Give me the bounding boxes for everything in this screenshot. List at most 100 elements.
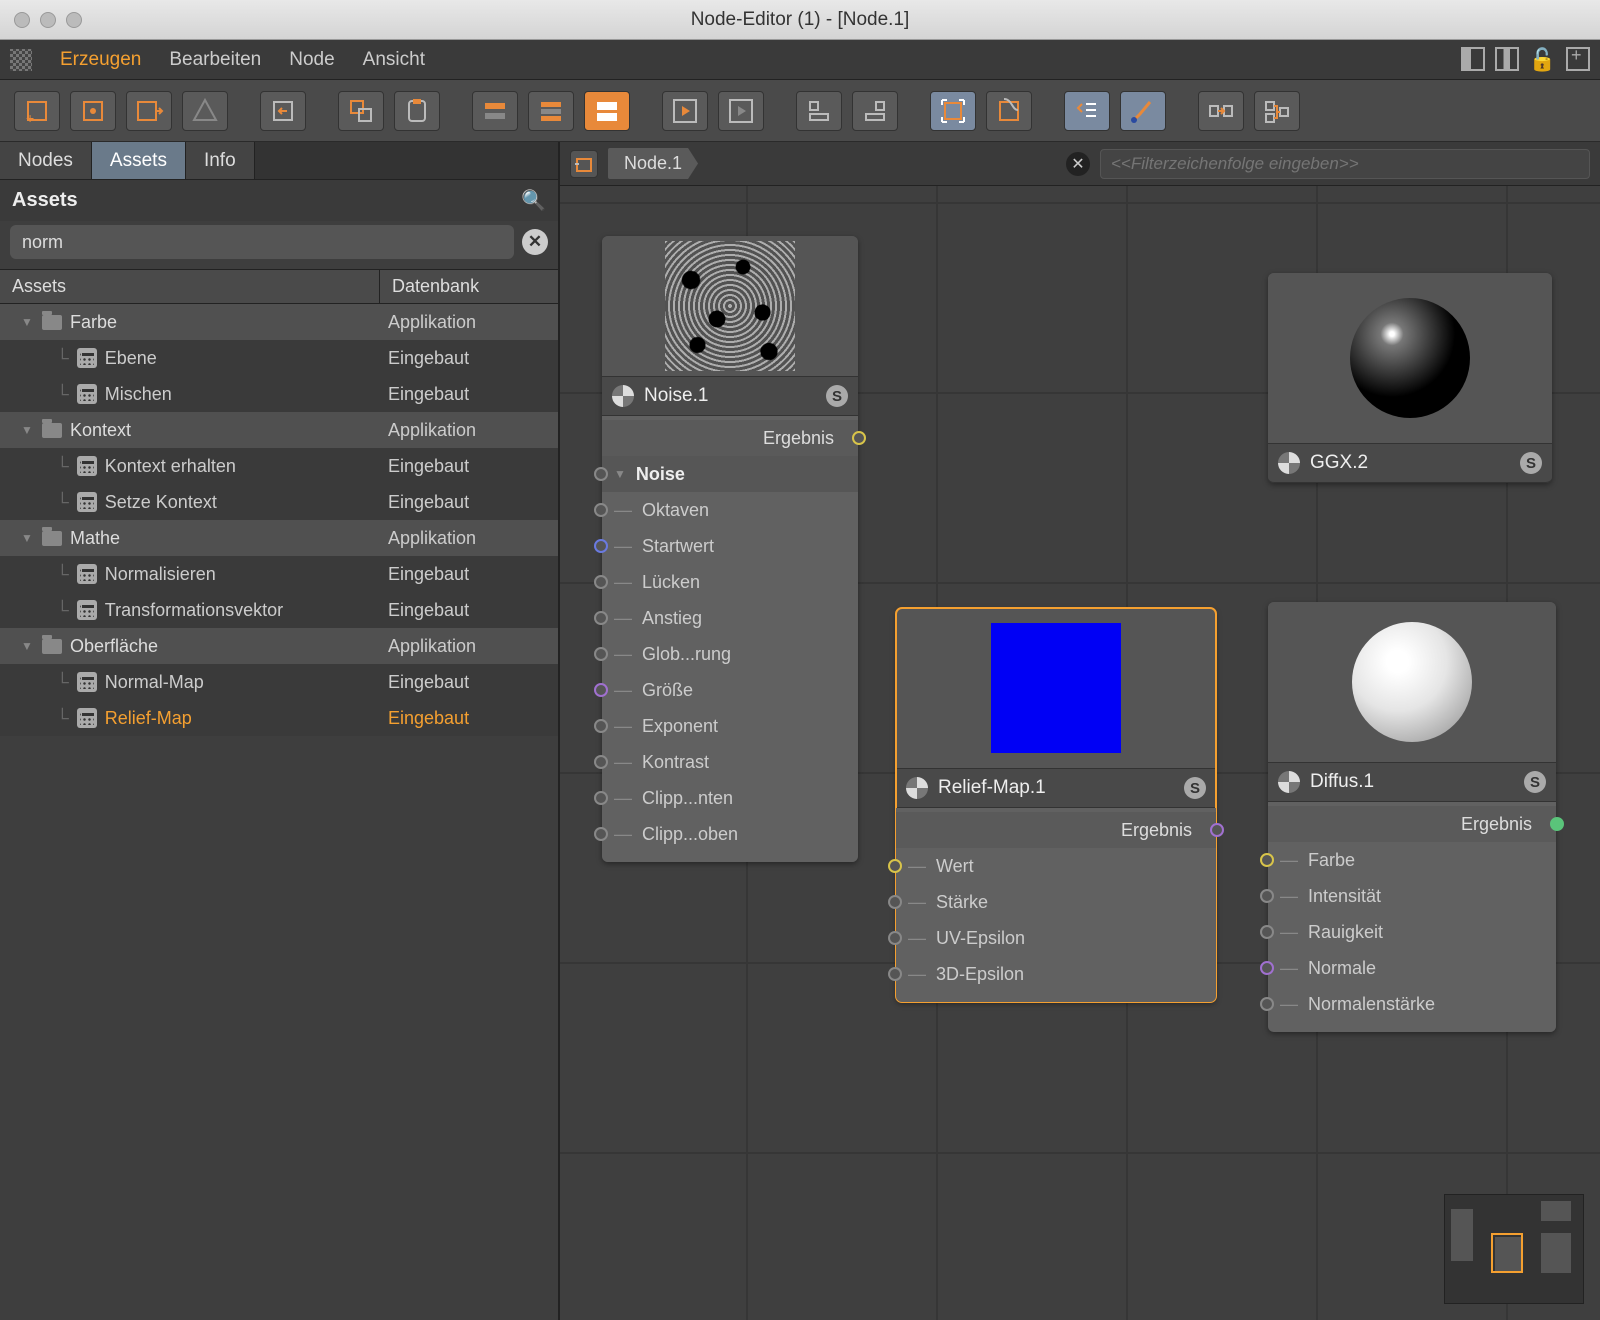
- breadcrumb-node[interactable]: Node.1: [608, 148, 698, 179]
- node-diffus[interactable]: Diffus.1 S Ergebnis —Farbe—Intensität—Ra…: [1268, 602, 1556, 1032]
- port-out[interactable]: [1550, 817, 1564, 831]
- node-noise-title[interactable]: Noise.1 S: [602, 376, 858, 416]
- tool-frame[interactable]: [930, 91, 976, 131]
- port-in[interactable]: [594, 611, 608, 625]
- node-diffus-title[interactable]: Diffus.1 S: [1268, 762, 1556, 802]
- param-row[interactable]: —Stärke: [896, 884, 1216, 920]
- tool-node-in[interactable]: [70, 91, 116, 131]
- menu-node[interactable]: Node: [289, 49, 334, 71]
- filter-input[interactable]: [1100, 149, 1590, 179]
- port-in[interactable]: [594, 791, 608, 805]
- tool-asset[interactable]: [182, 91, 228, 131]
- tree-item[interactable]: └NormalisierenEingebaut: [0, 556, 558, 592]
- param-row[interactable]: —Intensität: [1268, 878, 1556, 914]
- menu-ansicht[interactable]: Ansicht: [363, 49, 425, 71]
- param-row[interactable]: —Größe: [602, 672, 858, 708]
- node-relief-title[interactable]: Relief-Map.1 S: [896, 768, 1216, 808]
- tool-snap[interactable]: [986, 91, 1032, 131]
- tab-nodes[interactable]: Nodes: [0, 142, 92, 179]
- port-in[interactable]: [594, 467, 608, 481]
- node-canvas[interactable]: Noise.1 S Ergebnis ▼ Noise —Oktaven—Star…: [560, 186, 1600, 1320]
- solo-badge[interactable]: S: [1524, 771, 1546, 793]
- port-in[interactable]: [594, 827, 608, 841]
- output-ergebnis[interactable]: Ergebnis: [602, 420, 858, 456]
- col-datenbank[interactable]: Datenbank: [380, 270, 558, 303]
- port-in[interactable]: [888, 931, 902, 945]
- tree-item[interactable]: └TransformationsvektorEingebaut: [0, 592, 558, 628]
- menu-bearbeiten[interactable]: Bearbeiten: [169, 49, 261, 71]
- solo-badge[interactable]: S: [1520, 452, 1542, 474]
- port-in[interactable]: [1260, 925, 1274, 939]
- param-row[interactable]: —Startwert: [602, 528, 858, 564]
- tool-new-node[interactable]: +: [14, 91, 60, 131]
- param-row[interactable]: —Anstieg: [602, 600, 858, 636]
- port-in[interactable]: [594, 539, 608, 553]
- output-ergebnis[interactable]: Ergebnis: [1268, 806, 1556, 842]
- tab-assets[interactable]: Assets: [92, 142, 186, 179]
- param-row[interactable]: —Oktaven: [602, 492, 858, 528]
- tool-copy[interactable]: [338, 91, 384, 131]
- tree-item[interactable]: └EbeneEingebaut: [0, 340, 558, 376]
- tree-category[interactable]: ▼KontextApplikation: [0, 412, 558, 448]
- tool-rows-3[interactable]: [584, 91, 630, 131]
- param-row[interactable]: —UV-Epsilon: [896, 920, 1216, 956]
- tool-play-grey[interactable]: [718, 91, 764, 131]
- port-out[interactable]: [1210, 823, 1224, 837]
- param-row[interactable]: —Glob...rung: [602, 636, 858, 672]
- tool-rows-1[interactable]: [472, 91, 518, 131]
- param-row[interactable]: —Farbe: [1268, 842, 1556, 878]
- layout-left-icon[interactable]: [1461, 47, 1485, 71]
- port-in[interactable]: [1260, 961, 1274, 975]
- port-in[interactable]: [888, 967, 902, 981]
- tool-rows-2[interactable]: [528, 91, 574, 131]
- port-out[interactable]: [852, 431, 866, 445]
- add-panel-icon[interactable]: [1566, 47, 1590, 71]
- minimap[interactable]: [1444, 1194, 1584, 1304]
- search-icon[interactable]: 🔍: [521, 188, 546, 213]
- tree-category[interactable]: ▼FarbeApplikation: [0, 304, 558, 340]
- tool-brush[interactable]: [1120, 91, 1166, 131]
- tool-paste[interactable]: [394, 91, 440, 131]
- lock-icon[interactable]: 🔓: [1529, 47, 1556, 73]
- assets-tree[interactable]: ▼FarbeApplikation└EbeneEingebaut└Mischen…: [0, 304, 558, 1320]
- param-row[interactable]: —Kontrast: [602, 744, 858, 780]
- port-in[interactable]: [594, 683, 608, 697]
- material-icon[interactable]: [570, 150, 598, 178]
- tree-item[interactable]: └Normal-MapEingebaut: [0, 664, 558, 700]
- param-row[interactable]: —Clipp...oben: [602, 816, 858, 852]
- node-ggx[interactable]: GGX.2 S: [1268, 273, 1552, 483]
- tool-play[interactable]: [662, 91, 708, 131]
- param-row[interactable]: —Rauigkeit: [1268, 914, 1556, 950]
- param-row[interactable]: —3D-Epsilon: [896, 956, 1216, 992]
- port-in[interactable]: [1260, 889, 1274, 903]
- tool-list[interactable]: [1064, 91, 1110, 131]
- param-row[interactable]: —Normale: [1268, 950, 1556, 986]
- tree-item[interactable]: └Kontext erhaltenEingebaut: [0, 448, 558, 484]
- col-assets[interactable]: Assets: [0, 270, 380, 303]
- param-row[interactable]: —Clipp...nten: [602, 780, 858, 816]
- port-in[interactable]: [594, 755, 608, 769]
- clear-search-button[interactable]: ✕: [522, 229, 548, 255]
- param-row[interactable]: —Exponent: [602, 708, 858, 744]
- search-input[interactable]: [10, 225, 514, 259]
- tool-node-out[interactable]: [126, 91, 172, 131]
- output-ergebnis[interactable]: Ergebnis: [896, 812, 1216, 848]
- port-in[interactable]: [1260, 997, 1274, 1011]
- param-row[interactable]: —Wert: [896, 848, 1216, 884]
- node-noise[interactable]: Noise.1 S Ergebnis ▼ Noise —Oktaven—Star…: [602, 236, 858, 862]
- port-in[interactable]: [594, 647, 608, 661]
- tool-align-2[interactable]: [852, 91, 898, 131]
- tool-arrange-v[interactable]: [1254, 91, 1300, 131]
- tree-item[interactable]: └Setze KontextEingebaut: [0, 484, 558, 520]
- solo-badge[interactable]: S: [1184, 777, 1206, 799]
- port-in[interactable]: [888, 859, 902, 873]
- layout-center-icon[interactable]: [1495, 47, 1519, 71]
- solo-badge[interactable]: S: [826, 385, 848, 407]
- tree-category[interactable]: ▼MatheApplikation: [0, 520, 558, 556]
- port-in[interactable]: [1260, 853, 1274, 867]
- group-noise[interactable]: ▼ Noise: [602, 456, 858, 492]
- tool-arrange-h[interactable]: [1198, 91, 1244, 131]
- clear-filter-button[interactable]: ✕: [1066, 152, 1090, 176]
- param-row[interactable]: —Lücken: [602, 564, 858, 600]
- node-ggx-title[interactable]: GGX.2 S: [1268, 443, 1552, 483]
